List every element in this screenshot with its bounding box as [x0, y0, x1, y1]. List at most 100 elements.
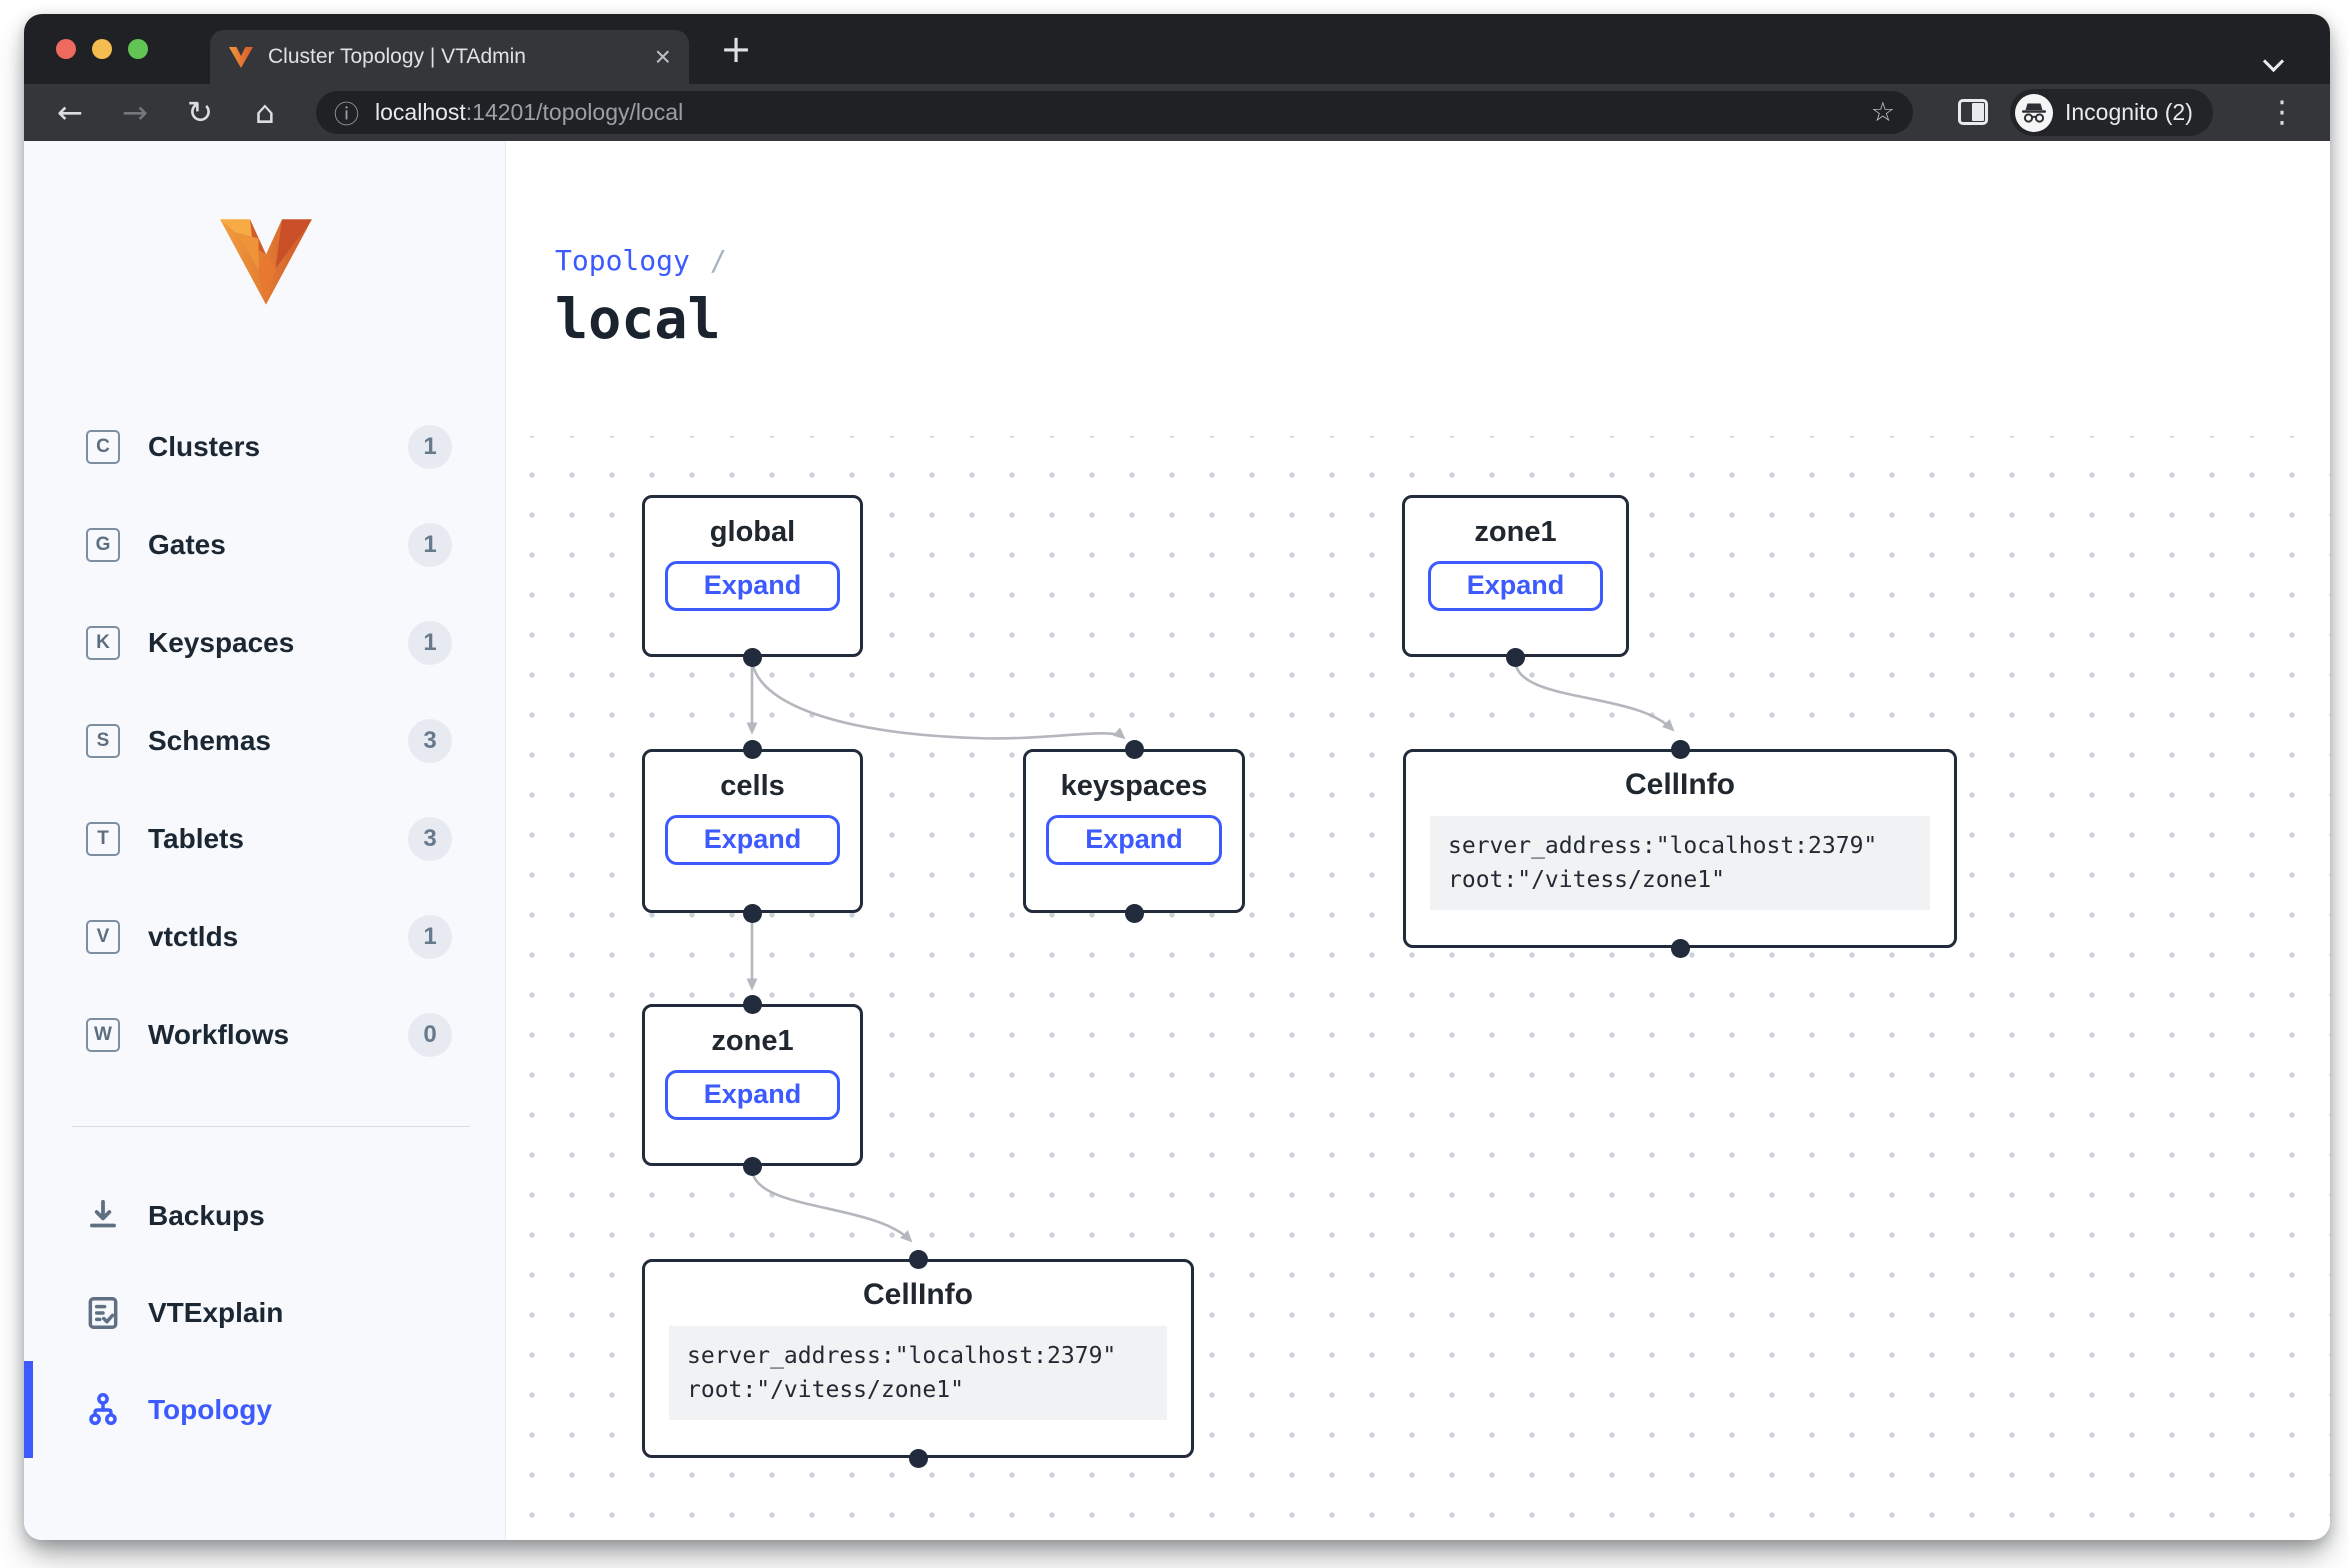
- url-bar[interactable]: ⓘ localhost:14201/topology/local ☆: [316, 91, 1913, 134]
- cellinfo-code: server_address:"localhost:2379"root:"/vi…: [669, 1326, 1167, 1420]
- sidebar-divider: [72, 1126, 470, 1127]
- page-info-icon[interactable]: ⓘ: [334, 95, 359, 131]
- breadcrumb-topology-link[interactable]: Topology: [555, 244, 690, 277]
- expand-button[interactable]: Expand: [665, 561, 841, 611]
- port-dot: [909, 1250, 928, 1269]
- expand-button[interactable]: Expand: [1428, 561, 1604, 611]
- sidebar-item-schemas[interactable]: S Schemas 3: [24, 692, 505, 790]
- breadcrumb: Topology /: [555, 244, 727, 277]
- sidebar-item-workflows[interactable]: W Workflows 0: [24, 986, 505, 1084]
- topology-node-cellinfo-right[interactable]: CellInfo server_address:"localhost:2379"…: [1403, 749, 1957, 948]
- forward-button[interactable]: →: [113, 84, 157, 141]
- port-dot: [743, 995, 762, 1014]
- document-check-icon: [84, 1294, 122, 1332]
- bookmark-star-icon[interactable]: ☆: [1871, 97, 1895, 128]
- incognito-badge[interactable]: Incognito (2): [2010, 89, 2213, 136]
- tab-title: Cluster Topology | VTAdmin: [268, 45, 645, 69]
- breadcrumb-separator: /: [710, 244, 727, 277]
- sidebar-item-keyspaces[interactable]: K Keyspaces 1: [24, 594, 505, 692]
- code-line: server_address:"localhost:2379": [687, 1339, 1149, 1373]
- schemas-letter-icon: S: [86, 724, 120, 758]
- port-dot: [1671, 939, 1690, 958]
- node-title: global: [645, 516, 860, 549]
- port-dot: [743, 740, 762, 759]
- topology-node-keyspaces[interactable]: keyspaces Expand: [1023, 749, 1245, 913]
- tab-close-icon[interactable]: ×: [655, 43, 671, 71]
- port-dot: [1125, 740, 1144, 759]
- port-dot: [743, 904, 762, 923]
- sidebar-nav: C Clusters 1 G Gates 1 K Keyspaces 1 S S…: [24, 398, 505, 1084]
- topology-node-cells[interactable]: cells Expand: [642, 749, 863, 913]
- sidebar-footer-nav: Backups VTExplain: [24, 1167, 505, 1458]
- sidebar-item-label: vtctlds: [148, 921, 238, 953]
- node-title: CellInfo: [1406, 768, 1954, 802]
- topology-icon: [84, 1391, 122, 1429]
- page-title: local: [555, 287, 721, 351]
- sidebar-item-vtexplain[interactable]: VTExplain: [24, 1264, 505, 1361]
- expand-button[interactable]: Expand: [665, 815, 841, 865]
- node-title: zone1: [645, 1025, 860, 1058]
- count-badge: 1: [408, 915, 452, 959]
- sidebar-item-clusters[interactable]: C Clusters 1: [24, 398, 505, 496]
- sidebar-item-tablets[interactable]: T Tablets 3: [24, 790, 505, 888]
- keyspaces-letter-icon: K: [86, 626, 120, 660]
- download-icon: [84, 1197, 122, 1235]
- sidebar-item-gates[interactable]: G Gates 1: [24, 496, 505, 594]
- incognito-avatar: [2015, 94, 2053, 132]
- count-badge: 3: [408, 719, 452, 763]
- tablets-letter-icon: T: [86, 822, 120, 856]
- url-host: localhost: [375, 99, 466, 125]
- sidebar-item-vtctlds[interactable]: V vtctlds 1: [24, 888, 505, 986]
- close-window-button[interactable]: [56, 39, 76, 59]
- node-title: zone1: [1405, 516, 1626, 549]
- sidebar-item-label: VTExplain: [148, 1297, 283, 1329]
- back-button[interactable]: ←: [48, 84, 92, 141]
- new-tab-button[interactable]: +: [714, 28, 758, 72]
- chevron-down-icon[interactable]: [2264, 52, 2284, 72]
- browser-tab[interactable]: Cluster Topology | VTAdmin ×: [210, 30, 689, 84]
- gates-letter-icon: G: [86, 528, 120, 562]
- sidebar-item-backups[interactable]: Backups: [24, 1167, 505, 1264]
- sidebar-item-label: Clusters: [148, 431, 260, 463]
- node-title: CellInfo: [645, 1278, 1191, 1312]
- minimize-window-button[interactable]: [92, 39, 112, 59]
- zoom-window-button[interactable]: [128, 39, 148, 59]
- topology-node-zone1-lower[interactable]: zone1 Expand: [642, 1004, 863, 1166]
- code-line: server_address:"localhost:2379": [1448, 829, 1912, 863]
- vitess-favicon: [228, 45, 254, 69]
- sidebar-item-label: Backups: [148, 1200, 265, 1232]
- side-panel-icon[interactable]: [1958, 99, 1988, 125]
- topology-node-global[interactable]: global Expand: [642, 495, 863, 657]
- workflows-letter-icon: W: [86, 1018, 120, 1052]
- tab-strip: Cluster Topology | VTAdmin × +: [24, 14, 2330, 84]
- code-line: root:"/vitess/zone1": [1448, 863, 1912, 897]
- browser-window: Cluster Topology | VTAdmin × + ← → ↻ ⌂ ⓘ…: [24, 14, 2330, 1540]
- home-button[interactable]: ⌂: [243, 84, 287, 141]
- sidebar-item-label: Schemas: [148, 725, 271, 757]
- sidebar-item-label: Gates: [148, 529, 226, 561]
- topology-node-zone1-top[interactable]: zone1 Expand: [1402, 495, 1629, 657]
- vtctlds-letter-icon: V: [86, 920, 120, 954]
- count-badge: 1: [408, 425, 452, 469]
- incognito-icon: [2021, 102, 2047, 124]
- topology-node-cellinfo-bottom[interactable]: CellInfo server_address:"localhost:2379"…: [642, 1259, 1194, 1458]
- page-content: C Clusters 1 G Gates 1 K Keyspaces 1 S S…: [24, 141, 2330, 1540]
- expand-button[interactable]: Expand: [665, 1070, 841, 1120]
- vitess-logo: [218, 219, 314, 305]
- count-badge: 1: [408, 621, 452, 665]
- port-dot: [743, 1157, 762, 1176]
- node-title: keyspaces: [1026, 770, 1242, 803]
- reload-button[interactable]: ↻: [178, 84, 222, 141]
- sidebar-item-label: Topology: [148, 1394, 272, 1426]
- sidebar-item-topology[interactable]: Topology: [24, 1361, 505, 1458]
- main-panel: Topology / local: [505, 141, 2330, 1540]
- sidebar-item-label: Keyspaces: [148, 627, 294, 659]
- expand-button[interactable]: Expand: [1046, 815, 1222, 865]
- port-dot: [909, 1449, 928, 1468]
- port-dot: [1671, 740, 1690, 759]
- browser-menu-icon[interactable]: ⋮: [2262, 84, 2302, 141]
- cellinfo-code: server_address:"localhost:2379"root:"/vi…: [1430, 816, 1930, 910]
- incognito-label: Incognito (2): [2065, 99, 2193, 126]
- count-badge: 1: [408, 523, 452, 567]
- clusters-letter-icon: C: [86, 430, 120, 464]
